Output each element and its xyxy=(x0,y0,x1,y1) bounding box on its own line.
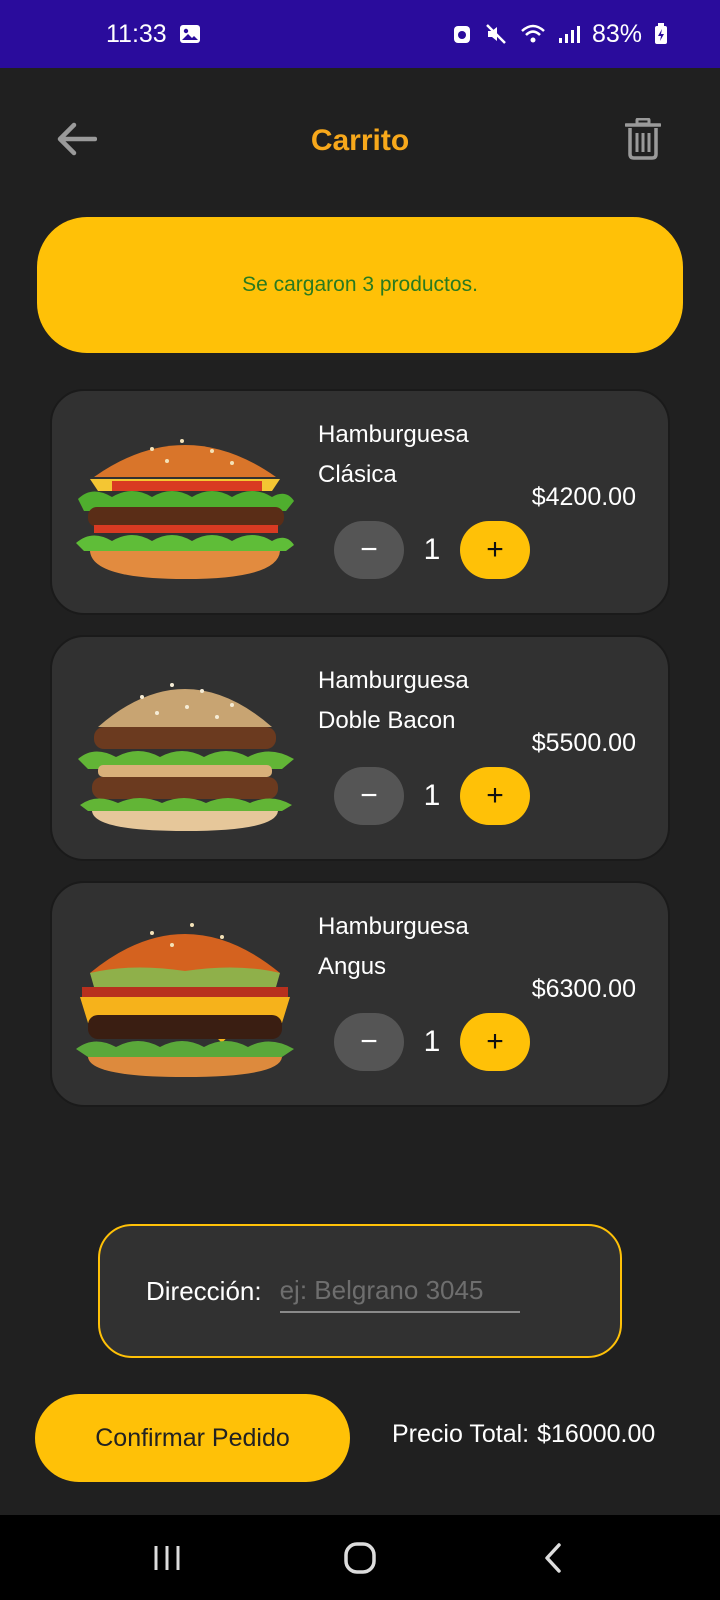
product-card: Hamburguesa Clásica $4200.00 − 1 + xyxy=(50,389,670,615)
product-price: $6300.00 xyxy=(531,975,636,1003)
quantity-stepper: − 1 + xyxy=(334,767,530,825)
battery-icon xyxy=(654,23,668,45)
back-button[interactable] xyxy=(54,116,100,162)
quantity-value: 1 xyxy=(423,533,441,566)
system-nav-bar xyxy=(0,1515,720,1600)
decrease-quantity-button[interactable]: − xyxy=(334,767,404,825)
banner-message: Se cargaron 3 productos. xyxy=(242,273,478,296)
signal-icon xyxy=(558,24,580,44)
classic-burger-image xyxy=(76,439,294,579)
status-time: 11:33 xyxy=(106,19,167,48)
address-input[interactable] xyxy=(279,1269,520,1313)
confirm-order-label: Confirmar Pedido xyxy=(95,1423,290,1452)
home-icon xyxy=(344,1541,376,1574)
product-name: Hamburguesa Doble Bacon xyxy=(318,667,469,734)
increase-quantity-button[interactable]: + xyxy=(460,767,530,825)
total-price-label: Precio Total: xyxy=(392,1420,530,1448)
address-box: Dirección: xyxy=(98,1224,622,1358)
page-title: Carrito xyxy=(310,124,410,157)
quantity-stepper: − 1 + xyxy=(334,521,530,579)
confirm-order-button[interactable]: Confirmar Pedido xyxy=(35,1394,350,1482)
status-right: 83% xyxy=(452,20,668,49)
alarm-icon xyxy=(452,23,472,45)
quantity-value: 1 xyxy=(423,1025,441,1058)
status-left: 11:33 xyxy=(106,20,201,49)
product-price: $4200.00 xyxy=(531,483,636,511)
total-price: Precio Total: $16000.00 xyxy=(392,1420,655,1449)
angus-burger-image xyxy=(76,923,294,1077)
address-label: Dirección: xyxy=(146,1275,262,1306)
double-bacon-burger-image xyxy=(78,683,294,831)
arrow-left-icon xyxy=(57,122,97,156)
system-back-button[interactable] xyxy=(523,1528,583,1588)
product-name: Hamburguesa Clásica xyxy=(318,421,469,488)
increase-quantity-button[interactable]: + xyxy=(460,521,530,579)
wifi-icon xyxy=(520,23,546,45)
product-name: Hamburguesa Angus xyxy=(318,913,469,980)
mute-icon xyxy=(484,22,508,46)
battery-percent: 83% xyxy=(591,19,642,48)
decrease-quantity-button[interactable]: − xyxy=(334,521,404,579)
recent-apps-button[interactable] xyxy=(137,1528,197,1588)
increase-quantity-button[interactable]: + xyxy=(460,1013,530,1071)
quantity-stepper: − 1 + xyxy=(334,1013,530,1071)
decrease-quantity-button[interactable]: − xyxy=(334,1013,404,1071)
clear-cart-button[interactable] xyxy=(620,114,666,164)
back-icon xyxy=(545,1542,562,1573)
home-button[interactable] xyxy=(330,1528,390,1588)
status-bar: 11:33 83% xyxy=(0,0,720,68)
trash-icon xyxy=(625,118,661,160)
product-card: Hamburguesa Doble Bacon $5500.00 − 1 + xyxy=(50,635,670,861)
recent-apps-icon xyxy=(154,1545,180,1570)
total-price-value: $16000.00 xyxy=(537,1420,656,1448)
product-price: $5500.00 xyxy=(531,729,636,757)
quantity-value: 1 xyxy=(423,779,441,812)
header: Carrito xyxy=(0,68,720,214)
product-card: Hamburguesa Angus $6300.00 − 1 + xyxy=(50,881,670,1107)
gallery-icon xyxy=(179,24,201,44)
info-banner: Se cargaron 3 productos. xyxy=(37,217,683,353)
product-list: Hamburguesa Clásica $4200.00 − 1 + Hambu… xyxy=(50,389,670,1127)
